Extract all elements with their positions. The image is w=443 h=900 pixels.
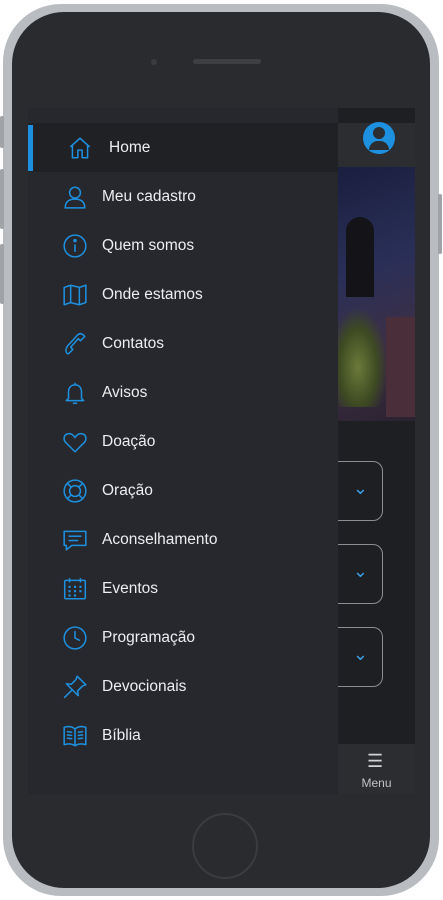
volume-up-button: [0, 169, 4, 229]
drawer-item-label: Home: [109, 138, 151, 156]
drawer-item-label: Meu cadastro: [102, 187, 196, 205]
calendar-icon: [61, 575, 89, 603]
drawer-item-avisos[interactable]: Avisos: [28, 368, 338, 417]
lifebuoy-icon: [61, 477, 89, 505]
earpiece-speaker: [193, 59, 261, 64]
drawer-item-programacao[interactable]: Programação: [28, 613, 338, 662]
drawer-item-label: Aconselhamento: [102, 530, 218, 548]
drawer-item-label: Oração: [102, 481, 153, 499]
hamburger-icon: ☰: [367, 751, 384, 771]
drawer-item-onde-estamos[interactable]: Onde estamos: [28, 270, 338, 319]
power-button: [438, 194, 442, 254]
chevron-down-icon: ⌄: [352, 478, 368, 498]
info-icon: [61, 232, 89, 260]
chevron-down-icon: ⌄: [352, 561, 368, 581]
mute-switch: [0, 116, 4, 148]
drawer-item-doacao[interactable]: Doação: [28, 417, 338, 466]
drawer-item-label: Programação: [102, 628, 196, 646]
hero-image: [338, 167, 415, 421]
chat-icon: [61, 526, 89, 554]
drawer-item-label: Avisos: [102, 383, 148, 401]
drawer-item-home[interactable]: Home: [28, 123, 338, 172]
drawer-item-contatos[interactable]: Contatos: [28, 319, 338, 368]
drawer-item-label: Doação: [102, 432, 156, 450]
drawer-item-label: Eventos: [102, 579, 159, 597]
drawer-item-label: Quem somos: [102, 236, 195, 254]
drawer-item-quem-somos[interactable]: Quem somos: [28, 221, 338, 270]
phone-icon: [61, 330, 89, 358]
drawer-item-eventos[interactable]: Eventos: [28, 564, 338, 613]
drawer-item-label: Devocionais: [102, 677, 187, 695]
drawer-item-aconselhamento[interactable]: Aconselhamento: [28, 515, 338, 564]
drawer-item-biblia[interactable]: Bíblia: [28, 711, 338, 760]
drawer-item-meu-cadastro[interactable]: Meu cadastro: [28, 172, 338, 221]
drawer-item-label: Bíblia: [102, 726, 141, 744]
drawer-item-oracao[interactable]: Oração: [28, 466, 338, 515]
clock-icon: [61, 624, 89, 652]
volume-down-button: [0, 244, 4, 304]
drawer-item-devocionais[interactable]: Devocionais: [28, 662, 338, 711]
home-icon: [66, 134, 94, 162]
bell-icon: [61, 379, 89, 407]
drawer-item-label: Contatos: [102, 334, 165, 352]
app-screen: ⌄ ⌄ ⌄ ☰ Menu Home Meu cadastro Quem somo…: [28, 108, 415, 794]
navigation-drawer: Home Meu cadastro Quem somos Onde estamo…: [28, 108, 338, 794]
drawer-item-label: Onde estamos: [102, 285, 203, 303]
map-icon: [61, 281, 89, 309]
book-icon: [61, 722, 89, 750]
user-icon: [61, 183, 89, 211]
account-circle-icon[interactable]: [363, 122, 395, 154]
heart-icon: [61, 428, 89, 456]
front-camera: [151, 59, 157, 65]
menu-label: Menu: [361, 776, 392, 790]
chevron-down-icon: ⌄: [352, 644, 368, 664]
home-hardware-button[interactable]: [192, 813, 258, 879]
bottom-nav-menu[interactable]: ☰ Menu: [338, 744, 415, 794]
pin-icon: [61, 673, 89, 701]
